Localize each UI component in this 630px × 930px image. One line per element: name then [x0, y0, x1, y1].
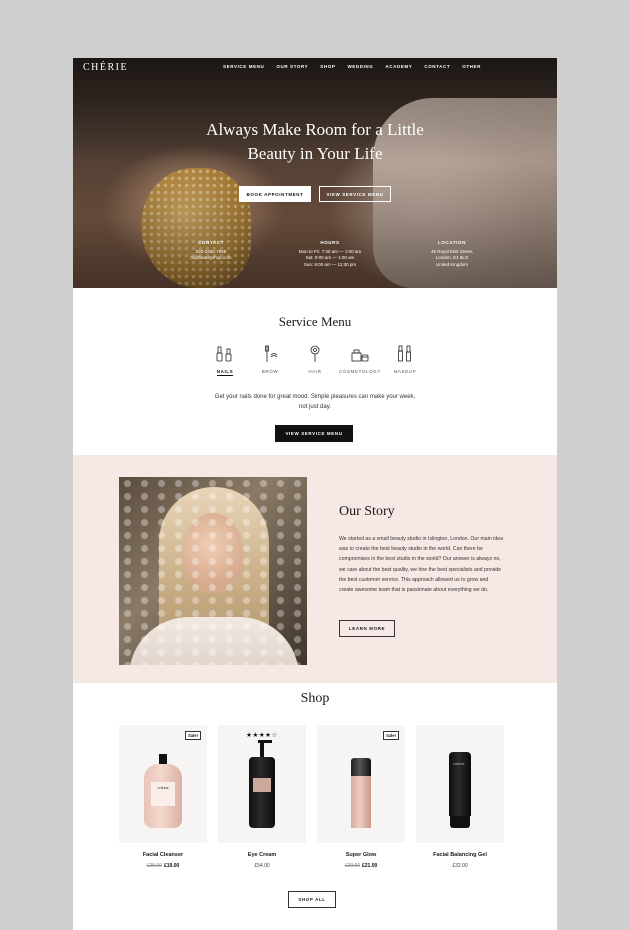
hero-headline: Always Make Room for a Little Beauty in … [206, 120, 424, 163]
product-name[interactable]: Facial Cleanser [143, 852, 183, 858]
product-price: £32.00 [452, 863, 468, 869]
tab-nails[interactable]: NAILS [203, 345, 247, 376]
product-name[interactable]: Eye Cream [248, 852, 276, 858]
product-image[interactable]: CHÉRIE [416, 725, 504, 843]
hours-info: HOURS Mon to Fri: 7:30 am — 1:00 am Sat:… [298, 240, 362, 267]
view-service-menu-button[interactable]: VIEW SERVICE MENU [319, 186, 391, 202]
nav-item-shop[interactable]: SHOP [320, 64, 335, 69]
product-card[interactable]: Sale! CHÉRIE Facial Cleanser £25.00 £19.0… [119, 725, 207, 869]
hair-pin-icon [310, 345, 320, 362]
product-name[interactable]: Facial Balancing Gel [433, 852, 487, 858]
service-menu-title: Service Menu [278, 314, 352, 329]
brand-logo[interactable]: CHÉRIE [83, 62, 128, 73]
contact-info: CONTACT 020-3455-7868 hi@beautyshop.com [181, 240, 241, 262]
sale-badge: Sale! [184, 731, 201, 740]
our-story-section: Our Story We started as a small beauty s… [73, 455, 557, 683]
product-card[interactable]: CHÉRIE Facial Balancing Gel £32.00 [416, 725, 504, 869]
product-card[interactable]: ★★★★☆ Eye Cream £54.00 [218, 725, 306, 869]
cosmetics-icon [351, 349, 369, 362]
story-portrait-image [119, 477, 307, 665]
tab-brow[interactable]: BROW [248, 345, 292, 376]
shop-title: Shop [300, 691, 330, 706]
star-rating: ★★★★☆ [246, 732, 278, 739]
tab-cosmetology[interactable]: COSMETOLOGY [338, 345, 382, 376]
spray-bottle [351, 758, 371, 828]
nav-item-academy[interactable]: ACADEMY [385, 64, 412, 69]
brow-brush-icon [265, 345, 278, 362]
view-service-menu-button-2[interactable]: VIEW SERVICE MENU [275, 425, 353, 442]
nav-item-other[interactable]: OTHER [462, 64, 481, 69]
service-tabs: NAILS BROW HAIR COSMETOLOGY MAKEUP [203, 345, 427, 376]
product-image[interactable]: Sale! [317, 725, 405, 843]
learn-more-button[interactable]: LEARN MORE [339, 620, 395, 637]
website-page: CHÉRIE SERVICE MENU OUR STORY SHOP WEDDI… [73, 58, 557, 930]
shop-all-button[interactable]: SHOP ALL [288, 891, 336, 908]
product-price: £25.00 £19.00 [146, 863, 180, 869]
main-nav: SERVICE MENU OUR STORY SHOP WEDDING ACAD… [223, 64, 481, 69]
location-info: LOCATION 45 Royal Mint Street, London, E… [430, 240, 474, 267]
product-price: £29.00 £21.00 [344, 863, 378, 869]
pump-bottle [249, 740, 275, 828]
makeup-brush-icon [398, 345, 411, 362]
cleanser-bottle: CHÉRIE [144, 754, 182, 828]
story-title: Our Story [339, 504, 395, 519]
nav-item-our-story[interactable]: OUR STORY [276, 64, 308, 69]
product-price: £54.00 [254, 863, 270, 869]
gel-tube: CHÉRIE [449, 752, 471, 828]
book-appointment-button[interactable]: BOOK APPOINTMENT [239, 186, 311, 202]
contact-email[interactable]: hi@beautyshop.com [181, 255, 241, 262]
hero-section: CHÉRIE SERVICE MENU OUR STORY SHOP WEDDI… [73, 58, 557, 288]
service-description: Get your nails done for great mood. Simp… [214, 394, 416, 410]
tab-hair[interactable]: HAIR [293, 345, 337, 376]
product-card[interactable]: Sale! Super Glow £29.00 £21.00 [317, 725, 405, 869]
nav-item-wedding[interactable]: WEDDING [347, 64, 373, 69]
sale-badge: Sale! [382, 731, 399, 740]
nav-item-contact[interactable]: CONTACT [424, 64, 450, 69]
product-list: Sale! CHÉRIE Facial Cleanser £25.00 £19.0… [119, 725, 504, 869]
product-image[interactable]: Sale! CHÉRIE [119, 725, 207, 843]
tab-makeup[interactable]: MAKEUP [383, 345, 427, 376]
story-text: We started as a small beauty studio in I… [339, 536, 503, 594]
product-name[interactable]: Super Glow [346, 852, 377, 858]
nail-polish-icon [216, 346, 232, 362]
product-image[interactable]: ★★★★☆ [218, 725, 306, 843]
nav-item-service-menu[interactable]: SERVICE MENU [223, 64, 264, 69]
